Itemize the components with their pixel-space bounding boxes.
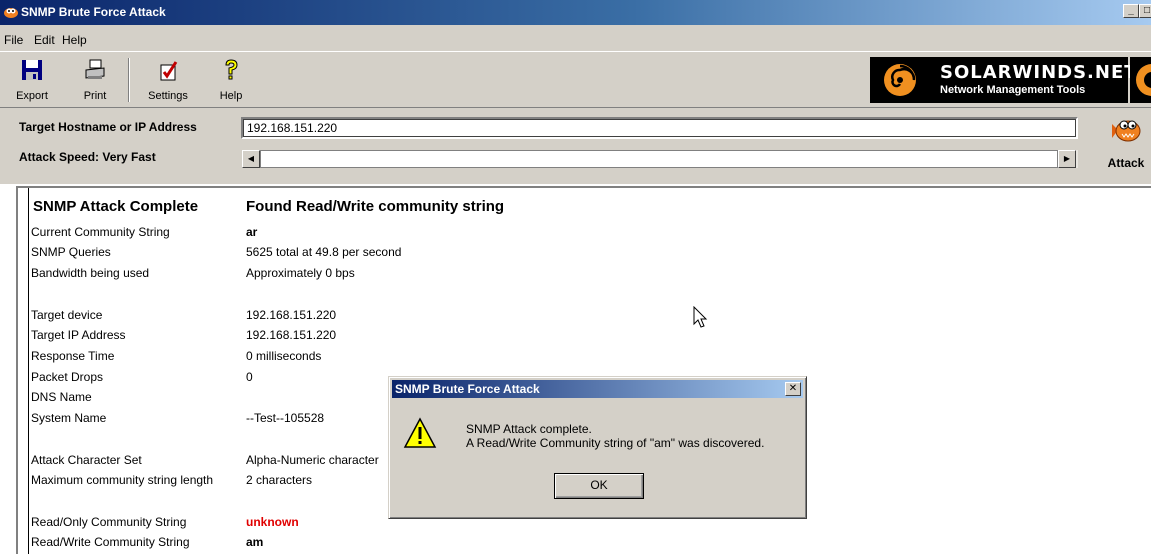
menu-help[interactable]: Help [62,33,87,47]
banner-brand: SOLARWINDS.NET [940,62,1138,83]
row-label: Packet Drops [31,370,104,384]
banner-partial-logo [1130,57,1151,103]
row-value: 5625 total at 49.8 per second [246,245,402,259]
row-value: 0 milliseconds [246,349,322,363]
slider-track[interactable] [260,150,1058,168]
speed-slider[interactable]: ◀ ▶ [242,150,1078,168]
row-value: --Test--105528 [246,411,325,425]
row-label: Response Time [31,349,115,363]
solarwinds-logo-partial-icon [1136,64,1151,96]
warning-icon [403,417,437,448]
help-label: Help [219,90,243,102]
piranha-fish-icon [1112,120,1141,142]
print-label: Print [83,90,107,102]
row-label: Target IP Address [31,328,126,342]
banner-tagline: Network Management Tools [940,84,1086,96]
attack-label: Attack [1107,156,1145,170]
row-value: unknown [246,515,299,529]
dialog-message-line2: A Read/Write Community string of "am" wa… [466,436,765,450]
dialog-title-bar[interactable]: SNMP Brute Force Attack ✕ [392,380,803,398]
message-dialog: SNMP Brute Force Attack ✕ SNMP Attack co… [388,376,807,519]
result-heading: Found Read/Write community string [246,198,505,215]
row-label: Attack Character Set [31,453,142,467]
dialog-title: SNMP Brute Force Attack [395,382,540,396]
row-value: 192.168.151.220 [246,308,337,322]
row-label: DNS Name [31,390,92,404]
toolbar: Export Print Settings Help SOLARWINDS.NE… [0,51,1151,108]
row-label: Read/Only Community String [31,515,187,529]
row-value: am [246,535,264,549]
app-fish-icon [4,8,18,18]
dialog-message-line1: SNMP Attack complete. [466,422,592,436]
help-question-icon [225,59,238,80]
export-label: Export [16,90,48,102]
row-label: System Name [31,411,107,425]
settings-label: Settings [148,90,188,102]
maximize-button[interactable]: □ [1139,4,1151,18]
row-value: ar [246,225,258,239]
minimize-button[interactable]: _ [1123,4,1139,18]
attack-button[interactable]: Attack [1098,112,1151,176]
host-input[interactable] [241,117,1078,139]
row-value: 2 characters [246,473,313,487]
row-value: 0 [246,370,253,384]
target-panel: Target Hostname or IP Address Attack Spe… [0,108,1151,184]
row-label: Read/Write Community String [31,535,190,549]
menu-bar: File Edit Help [0,25,1151,51]
toolbar-separator [128,58,130,102]
settings-button[interactable]: Settings [138,56,198,106]
window-title: SNMP Brute Force Attack [21,5,166,19]
row-label: SNMP Queries [31,245,111,259]
ok-button[interactable]: OK [554,473,644,499]
help-button[interactable]: Help [208,56,254,106]
row-value: 192.168.151.220 [246,328,337,342]
row-label: Target device [31,308,103,322]
row-value: Alpha-Numeric character [246,453,379,467]
printer-icon [85,59,105,79]
menu-edit[interactable]: Edit [34,33,55,47]
row-label: Current Community String [31,225,170,239]
title-bar[interactable]: SNMP Brute Force Attack _ □ [0,0,1151,25]
export-button[interactable]: Export [4,56,60,106]
save-disk-icon [22,60,42,80]
row-label: Bandwidth being used [31,266,150,280]
menu-file[interactable]: File [4,33,23,47]
row-label: Maximum community string length [31,473,214,487]
dialog-close-button[interactable]: ✕ [785,382,801,396]
slider-left-arrow-icon[interactable]: ◀ [242,150,260,168]
mouse-pointer-icon [693,306,708,328]
status-heading: SNMP Attack Complete [33,198,199,215]
row-value: Approximately 0 bps [246,266,355,280]
solarwinds-banner: SOLARWINDS.NET Network Management Tools [870,57,1137,103]
settings-checklist-icon [160,61,178,81]
solarwinds-logo-icon [884,64,916,96]
speed-label: Attack Speed: Very Fast [19,150,156,164]
slider-right-arrow-icon[interactable]: ▶ [1058,150,1076,168]
host-label: Target Hostname or IP Address [19,120,197,134]
print-button[interactable]: Print [72,56,118,106]
